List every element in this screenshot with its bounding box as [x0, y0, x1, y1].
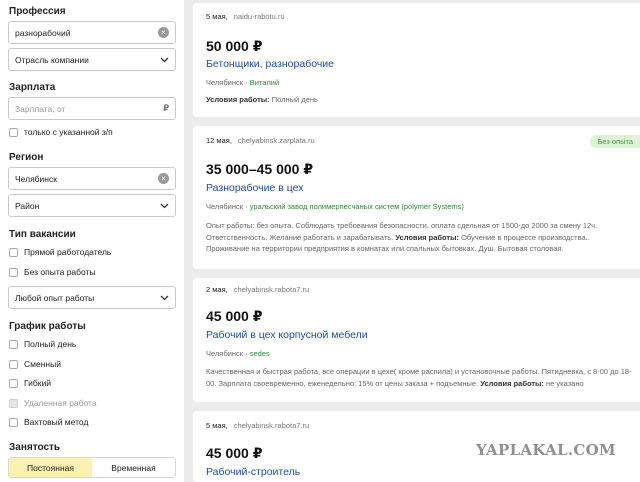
schedule-rotation-checkbox[interactable]: Вахтовый метод: [9, 417, 88, 427]
checkbox-box[interactable]: [9, 359, 18, 369]
schedule-remote-checkbox: Удаленная работа: [9, 398, 97, 408]
job-title-link[interactable]: Бетонщики, разнорабочие: [206, 58, 334, 70]
region-title: Регион: [9, 152, 44, 163]
schedule-flexible-checkbox[interactable]: Гибкий: [9, 378, 51, 388]
schedule-full-day-checkbox[interactable]: Полный день: [9, 339, 76, 349]
district-select-label: Район: [15, 200, 40, 211]
direct-employer-checkbox[interactable]: Прямой работодатель: [9, 247, 111, 257]
conditions-label: Условия работы:: [480, 378, 544, 388]
job-employer-link[interactable]: sedes: [250, 349, 270, 358]
job-meta: 5 мая, naidu-rabotu.ru: [206, 12, 285, 21]
region-input[interactable]: Челябинск ×: [8, 167, 176, 190]
employment-toggle: Постоянная Временная: [8, 457, 176, 478]
checkbox-label: Полный день: [24, 339, 77, 349]
checkbox-box: [9, 398, 18, 408]
job-employer-link[interactable]: Виталий: [250, 78, 279, 87]
job-meta: 2 мая, chelyabinsk.rabota7.ru: [206, 285, 309, 294]
job-conditions: Условия работы: Полный день: [206, 94, 634, 106]
profession-title: Профессия: [9, 6, 66, 17]
industry-select-label: Отрасль компании: [15, 54, 89, 65]
job-source[interactable]: chelyabinsk.rabota7.ru: [234, 285, 309, 294]
conditions-label: Условия работы:: [395, 232, 459, 242]
chevron-down-icon: [159, 293, 169, 303]
district-select[interactable]: Район: [8, 194, 176, 217]
job-title-link[interactable]: Рабочий в цех корпусной мебели: [206, 329, 368, 341]
no-experience-badge: Без опыта: [590, 135, 640, 148]
profession-input-value: разнорабочий: [15, 27, 71, 38]
checkbox-box[interactable]: [9, 339, 18, 349]
schedule-shift-checkbox[interactable]: Сменный: [9, 359, 61, 369]
ruble-sign: ₽: [163, 103, 169, 113]
job-meta: 5 мая, chelyabinsk.rabota7.ru: [206, 421, 309, 430]
no-experience-checkbox[interactable]: Без опыта работы: [9, 267, 96, 277]
job-description: Качественная и быстрая работа, все опера…: [206, 366, 634, 389]
region-input-value: Челябинск: [15, 173, 57, 184]
job-source[interactable]: chelyabinsk.zarplata.ru: [238, 136, 315, 145]
job-city: Челябинск: [206, 349, 244, 358]
job-description: Опыт работы: без опыта. Соблюдать требов…: [206, 220, 634, 255]
job-date: 5 мая,: [206, 421, 228, 430]
salary-title: Зарплата: [9, 82, 56, 93]
job-title-link[interactable]: Разнорабочие в цех: [206, 182, 303, 194]
chevron-down-icon: [159, 201, 169, 211]
checkbox-box[interactable]: [9, 378, 18, 388]
salary-input[interactable]: Зарплата, от ₽: [8, 97, 176, 120]
conditions-value: Полный день: [271, 95, 318, 104]
job-card[interactable]: 12 мая, chelyabinsk.zarplata.ru Без опыта…: [193, 126, 640, 269]
checkbox-box[interactable]: [9, 247, 18, 257]
salary-input-placeholder: Зарплата, от: [15, 103, 66, 114]
profession-input[interactable]: разнорабочий ×: [8, 21, 176, 44]
job-salary: 35 000–45 000 ₽: [206, 161, 314, 177]
job-meta: 12 мая, chelyabinsk.zarplata.ru: [206, 136, 315, 145]
conditions-label: Условия работы:: [206, 95, 270, 104]
job-source[interactable]: naidu-rabotu.ru: [234, 12, 285, 21]
employment-title: Занятость: [9, 442, 61, 453]
job-city: Челябинск: [206, 78, 244, 87]
job-card[interactable]: 5 мая, naidu-rabotu.ru 50 000 ₽ Бетонщики…: [193, 3, 640, 117]
checkbox-box[interactable]: [9, 417, 18, 427]
vacancy-type-title: Тип вакансии: [9, 229, 76, 240]
experience-select-label: Любой опыт работы: [15, 292, 95, 303]
job-date: 5 мая,: [206, 12, 228, 21]
checkbox-box[interactable]: [9, 127, 18, 137]
job-location: Челябинск · Виталий: [206, 78, 280, 87]
schedule-title: График работы: [9, 321, 86, 332]
employment-temporary-option[interactable]: Временная: [92, 458, 175, 477]
checkbox-label: Вахтовый метод: [24, 417, 89, 427]
conditions-value: не указано: [546, 378, 584, 388]
job-employer-link[interactable]: уральский завод полимерпесчаных систем (…: [250, 202, 464, 211]
checkbox-box[interactable]: [9, 267, 18, 277]
checkbox-label: Удаленная работа: [24, 398, 97, 408]
job-card[interactable]: 2 мая, chelyabinsk.rabota7.ru 45 000 ₽ Ра…: [193, 278, 640, 402]
experience-select[interactable]: Любой опыт работы: [8, 286, 176, 309]
watermark: YAPLAKAL.COM: [476, 441, 616, 459]
checkbox-label: Без опыта работы: [24, 267, 96, 277]
job-salary: 45 000 ₽: [206, 445, 263, 461]
job-salary: 45 000 ₽: [206, 308, 263, 324]
chevron-down-icon: [159, 55, 169, 65]
job-location: Челябинск · уральский завод полимерпесча…: [206, 202, 464, 211]
checkbox-label: Гибкий: [24, 378, 51, 388]
only-salary-label: только с указанной з/п: [24, 127, 113, 137]
clear-icon[interactable]: ×: [158, 27, 169, 38]
job-salary: 50 000 ₽: [206, 38, 263, 54]
checkbox-label: Прямой работодатель: [24, 247, 112, 257]
industry-select[interactable]: Отрасль компании: [8, 48, 176, 71]
job-source[interactable]: chelyabinsk.rabota7.ru: [234, 421, 309, 430]
job-title-link[interactable]: Рабочий-строитель: [206, 466, 300, 478]
checkbox-label: Сменный: [24, 359, 61, 369]
job-location: Челябинск · sedes: [206, 349, 270, 358]
clear-icon[interactable]: ×: [158, 173, 169, 184]
filters-sidebar: Профессия разнорабочий × Отрасль компани…: [0, 0, 184, 482]
job-city: Челябинск: [206, 202, 244, 211]
only-salary-checkbox[interactable]: только с указанной з/п: [9, 127, 113, 137]
employment-permanent-option[interactable]: Постоянная: [9, 458, 92, 477]
job-date: 12 мая,: [206, 136, 232, 145]
job-date: 2 мая,: [206, 285, 228, 294]
